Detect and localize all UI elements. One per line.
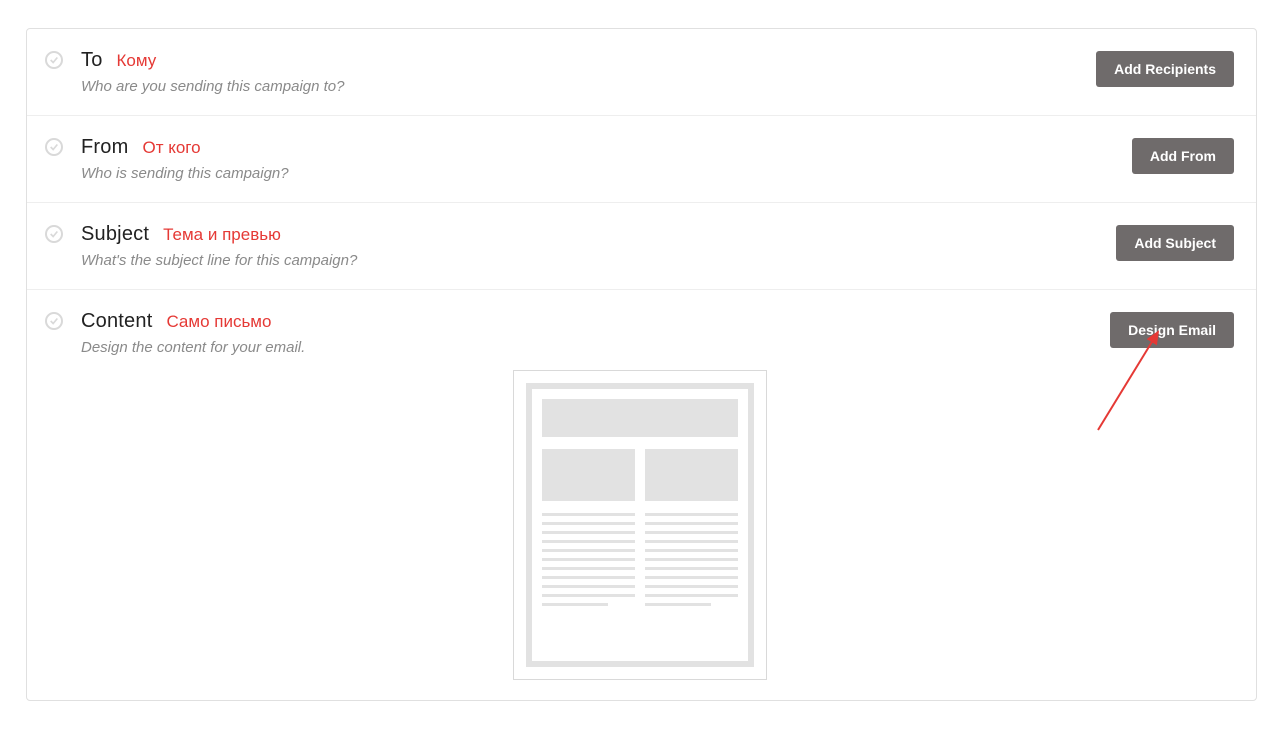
row-title: Subject bbox=[81, 223, 149, 246]
row-subtitle: What's the subject line for this campaig… bbox=[81, 252, 1116, 269]
check-circle-icon bbox=[45, 312, 63, 330]
preview-image-block bbox=[645, 449, 738, 501]
row-annotation: От кого bbox=[142, 138, 200, 158]
row-from: From От кого Who is sending this campaig… bbox=[27, 116, 1256, 203]
check-circle-icon bbox=[45, 138, 63, 156]
row-title: From bbox=[81, 136, 128, 159]
preview-header-block bbox=[542, 399, 738, 437]
preview-image-block bbox=[542, 449, 635, 501]
row-annotation: Кому bbox=[117, 51, 157, 71]
check-circle-icon bbox=[45, 225, 63, 243]
add-from-button[interactable]: Add From bbox=[1132, 138, 1234, 174]
preview-text-lines bbox=[542, 513, 635, 606]
preview-col-right bbox=[645, 449, 738, 647]
email-preview-inner bbox=[526, 383, 754, 667]
status-icon-col bbox=[45, 136, 81, 156]
row-annotation: Тема и превью bbox=[163, 225, 281, 245]
preview-text-lines bbox=[645, 513, 738, 606]
row-title: Content bbox=[81, 310, 152, 333]
row-text: From От кого Who is sending this campaig… bbox=[81, 136, 1132, 182]
row-text: Subject Тема и превью What's the subject… bbox=[81, 223, 1116, 269]
add-recipients-button[interactable]: Add Recipients bbox=[1096, 51, 1234, 87]
email-template-preview bbox=[513, 370, 767, 680]
status-icon-col bbox=[45, 310, 81, 330]
row-subject: Subject Тема и превью What's the subject… bbox=[27, 203, 1256, 290]
row-subtitle: Design the content for your email. bbox=[81, 339, 1110, 356]
row-content: Content Само письмо Design the content f… bbox=[27, 290, 1256, 700]
status-icon-col bbox=[45, 49, 81, 69]
row-subtitle: Who is sending this campaign? bbox=[81, 165, 1132, 182]
row-subtitle: Who are you sending this campaign to? bbox=[81, 78, 1096, 95]
row-text: To Кому Who are you sending this campaig… bbox=[81, 49, 1096, 95]
content-preview-wrap bbox=[45, 370, 1234, 680]
add-subject-button[interactable]: Add Subject bbox=[1116, 225, 1234, 261]
check-circle-icon bbox=[45, 51, 63, 69]
status-icon-col bbox=[45, 223, 81, 243]
row-annotation: Само письмо bbox=[166, 312, 271, 332]
campaign-setup-panel: To Кому Who are you sending this campaig… bbox=[26, 28, 1257, 701]
row-to: To Кому Who are you sending this campaig… bbox=[27, 29, 1256, 116]
preview-col-left bbox=[542, 449, 635, 647]
row-title: To bbox=[81, 49, 103, 72]
row-text: Content Само письмо Design the content f… bbox=[81, 310, 1110, 356]
design-email-button[interactable]: Design Email bbox=[1110, 312, 1234, 348]
